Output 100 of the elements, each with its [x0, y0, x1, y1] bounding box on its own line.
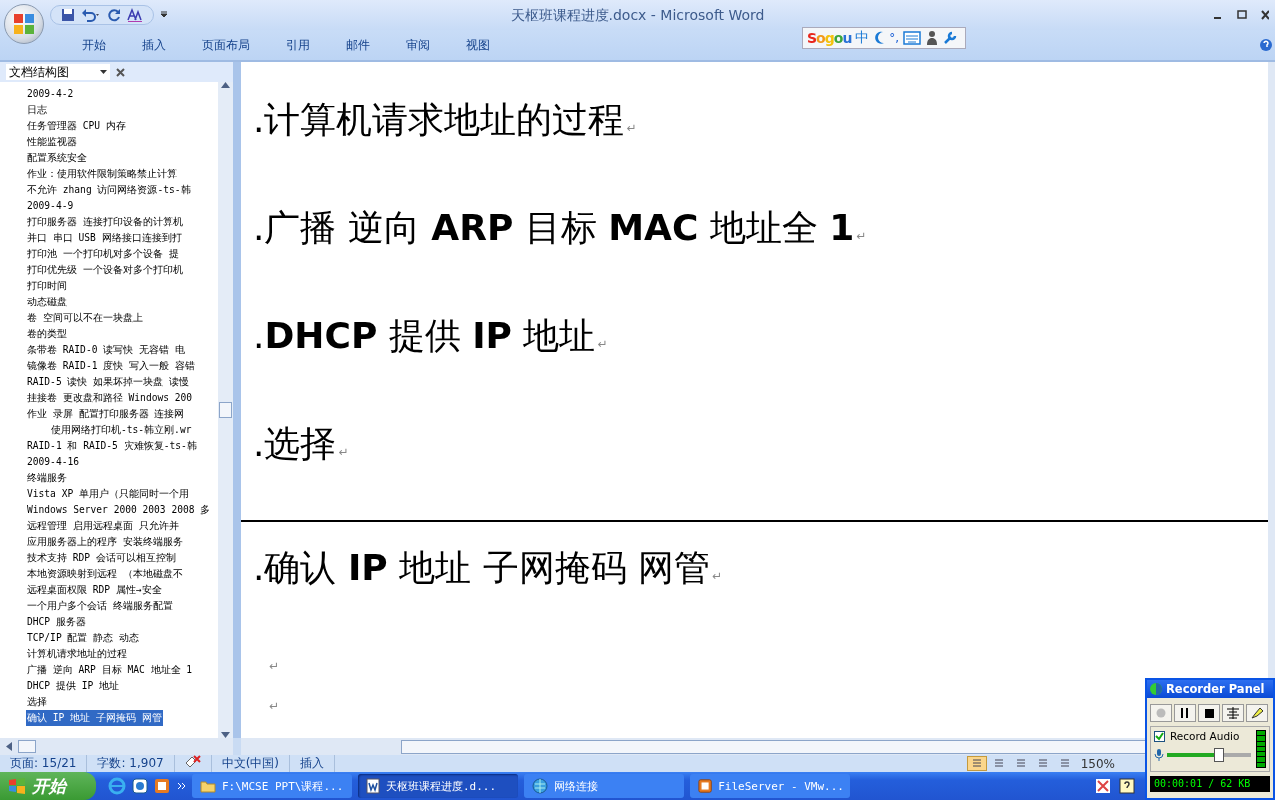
input-mode-toggle[interactable]: 中: [855, 29, 870, 47]
outline-item[interactable]: 卷的类型: [26, 326, 68, 342]
ribbon-tab[interactable]: 引用: [268, 32, 328, 58]
outline-item[interactable]: 远程桌面权限 RDP 属性→安全: [26, 582, 163, 598]
outline-item[interactable]: 日志: [26, 102, 48, 118]
person-icon[interactable]: [925, 30, 940, 46]
outline-item[interactable]: 条带卷 RAID-0 读写快 无容错 电: [26, 342, 186, 358]
taskbar-button[interactable]: FileServer - VMw...: [690, 774, 850, 798]
scroll-thumb[interactable]: [219, 402, 232, 418]
outline-item[interactable]: 卷 空间可以不在一块盘上: [26, 310, 144, 326]
outline-item[interactable]: 镜像卷 RAID-1 度快 写入一般 容错: [26, 358, 196, 374]
outline-item[interactable]: 并口 串口 USB 网络接口连接到打: [26, 230, 183, 246]
outline-item[interactable]: 本地资源映射到远程 （本地磁盘不: [26, 566, 184, 582]
outline-item[interactable]: 作业 录屏 配置打印服务器 连接网: [26, 406, 186, 422]
outline-item[interactable]: 2009-4-2: [26, 86, 75, 102]
heading-text: .广播 逆向 ARP 目标 MAC 地址全 1: [253, 206, 855, 250]
outline-item[interactable]: TCP/IP 配置 静态 动态: [26, 630, 140, 646]
paragraph-mark: ↵: [597, 336, 608, 353]
checkbox[interactable]: [1154, 730, 1165, 742]
page-view-icon: [1036, 758, 1049, 769]
scroll-left-icon[interactable]: [6, 742, 12, 751]
taskbar-button[interactable]: 网络连接: [524, 774, 684, 798]
outline-item[interactable]: 配置系统安全: [26, 150, 88, 166]
outline-item[interactable]: 不允许 zhang 访问网络资源-ts-韩: [26, 182, 192, 198]
outline-item[interactable]: 计算机请求地址的过程: [26, 646, 128, 662]
close-icon[interactable]: [116, 67, 125, 77]
heading-text: .选择: [253, 422, 337, 466]
microphone-icon: [1154, 749, 1164, 761]
panel-title: Recorder Panel: [1166, 682, 1265, 696]
page-view-icon: [992, 758, 1005, 769]
ribbon-tab[interactable]: 页面布局: [184, 32, 268, 58]
page-view-icon: [1058, 758, 1071, 769]
horizontal-scrollbar[interactable]: [0, 738, 233, 755]
outline-item[interactable]: 任务管理器 CPU 内存: [26, 118, 127, 134]
outline-item[interactable]: 选择: [26, 694, 48, 710]
outline-item[interactable]: RAID-1 和 RAID-5 灾难恢复-ts-韩: [26, 438, 198, 454]
help-icon[interactable]: [1119, 778, 1135, 794]
outline-item[interactable]: DHCP 提供 IP 地址: [26, 678, 120, 694]
stop-button[interactable]: [1198, 704, 1220, 722]
outline-item[interactable]: Windows Server 2000 2003 2008 多: [26, 502, 212, 518]
outline-item[interactable]: Vista XP 单用户（只能同时一个用: [26, 486, 190, 502]
redo-icon[interactable]: [107, 8, 121, 22]
outline-item[interactable]: 确认 IP 地址 子网掩码 网管: [26, 710, 163, 726]
paragraph-mark: ↵: [338, 444, 349, 461]
browser-icon[interactable]: [108, 777, 126, 795]
globe-icon: [1149, 682, 1163, 696]
outline-item[interactable]: 动态磁盘: [26, 294, 68, 310]
punctuation-toggle[interactable]: °,: [889, 31, 900, 45]
page-view-icon: [1014, 758, 1027, 769]
outline-item[interactable]: 使用网络打印机-ts-韩立刚.wr: [50, 422, 193, 438]
chevron-icon[interactable]: [178, 782, 186, 790]
save-icon[interactable]: [61, 8, 75, 22]
maximize-icon[interactable]: [1237, 10, 1247, 20]
outline-item[interactable]: 打印池 一个打印机对多个设备 提: [26, 246, 180, 262]
window-icon: [698, 778, 713, 794]
outline-item[interactable]: 打印优先级 一个设备对多个打印机: [26, 262, 184, 278]
taskbar-button[interactable]: 天枢班课程进度.d...: [358, 774, 518, 798]
outline-item[interactable]: DHCP 服务器: [26, 614, 87, 630]
help-icon[interactable]: [1259, 38, 1273, 52]
outline-item[interactable]: 2009-4-9: [26, 198, 75, 214]
font-style-icon[interactable]: [127, 8, 143, 22]
highlighter-button[interactable]: [1246, 704, 1268, 722]
office-button[interactable]: [4, 4, 44, 44]
caption-button[interactable]: [1222, 704, 1244, 722]
keyboard-icon[interactable]: [903, 31, 922, 45]
outline-item[interactable]: RAID-5 读快 如果坏掉一块盘 读慢: [26, 374, 190, 390]
scroll-thumb[interactable]: [18, 740, 36, 753]
outline-item[interactable]: 挂接卷 更改盘和路径 Windows 200: [26, 390, 194, 406]
customize-caret-icon[interactable]: [160, 11, 168, 19]
vertical-scrollbar[interactable]: [218, 82, 233, 738]
outline-item[interactable]: 技术支持 RDP 会话可以相互控制: [26, 550, 177, 566]
outline-item[interactable]: 性能监视器: [26, 134, 78, 150]
pause-button[interactable]: [1174, 704, 1196, 722]
outline-item[interactable]: 一个用户多个会话 终端服务配置: [26, 598, 174, 614]
outline-item[interactable]: 广播 逆向 ARP 目标 MAC 地址全 1: [26, 662, 194, 678]
view-dropdown[interactable]: 文档结构图: [6, 64, 110, 80]
outline-item[interactable]: 2009-4-16: [26, 454, 80, 470]
ribbon-tab[interactable]: 视图: [448, 32, 508, 58]
app-icon[interactable]: [132, 778, 148, 794]
outline-item[interactable]: 远程管理 启用远程桌面 只允许并: [26, 518, 180, 534]
window-icon[interactable]: [154, 778, 170, 794]
tray-icon[interactable]: [1095, 778, 1111, 794]
zoom-level[interactable]: 150%: [1080, 756, 1115, 771]
heading-text: .确认 IP 地址 子网掩码 网管: [253, 546, 710, 590]
office-logo-icon: [12, 12, 36, 36]
ribbon-tab[interactable]: 插入: [124, 32, 184, 58]
ribbon-tab[interactable]: 开始: [64, 32, 124, 58]
proofing-icon[interactable]: [184, 755, 201, 768]
outline-item[interactable]: 应用服务器上的程序 安装终端服务: [26, 534, 184, 550]
outline-item[interactable]: 打印服务器 连接打印设备的计算机: [26, 214, 184, 230]
close-icon[interactable]: [1261, 10, 1269, 20]
outline-item[interactable]: 终端服务: [26, 470, 68, 486]
ribbon-tab[interactable]: 邮件: [328, 32, 388, 58]
outline-item[interactable]: 打印时间: [26, 278, 68, 294]
moon-icon[interactable]: [873, 31, 886, 45]
ribbon-tab[interactable]: 审阅: [388, 32, 448, 58]
undo-icon[interactable]: [81, 8, 101, 22]
wrench-icon[interactable]: [943, 31, 958, 45]
outline-item[interactable]: 作业：使用软件限制策略禁止计算: [26, 166, 178, 182]
taskbar-button[interactable]: F:\MCSE PPT\课程...: [192, 774, 352, 798]
